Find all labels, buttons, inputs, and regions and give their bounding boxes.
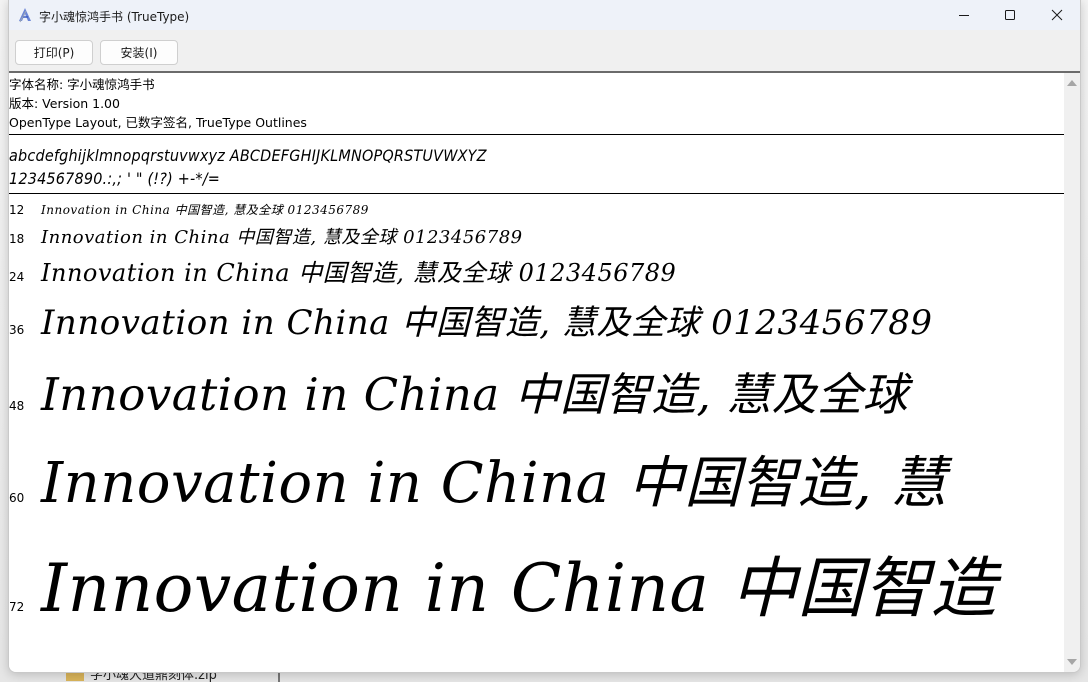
size-label: 60 <box>9 491 25 505</box>
character-set-preview: abcdefghijklmnopqrstuvwxyz ABCDEFGHIJKLM… <box>9 144 487 190</box>
sample-text: Innovation in China 中国智造, 慧及全球 012345678… <box>41 303 933 343</box>
charset-symbols: 1234567890.:,; ' " (!?) +-*/= <box>9 169 221 188</box>
sample-text: Innovation in China 中国智造, 慧及全球 012345678… <box>41 259 677 287</box>
sample-row-72: 72 Innovation in China 中国智造 <box>9 535 997 631</box>
scroll-down-arrow-icon[interactable] <box>1067 659 1077 665</box>
size-label: 24 <box>9 270 25 284</box>
scroll-up-arrow-icon[interactable] <box>1067 80 1077 86</box>
sample-text: Innovation in China 中国智造, 慧及全球 012345678… <box>41 203 369 217</box>
title-bar[interactable]: 字小魂惊鸿手书 (TrueType) <box>9 0 1080 30</box>
size-label: 36 <box>9 323 25 337</box>
minimize-button[interactable] <box>941 0 987 30</box>
size-label: 72 <box>9 600 25 614</box>
divider <box>9 134 1064 135</box>
close-icon <box>1051 9 1063 21</box>
size-label: 18 <box>9 232 25 246</box>
font-preview-area: 字体名称: 字小魂惊鸿手书 版本: Version 1.00 OpenType … <box>9 73 1064 672</box>
font-name: 字体名称: 字小魂惊鸿手书 <box>9 77 155 92</box>
minimize-icon <box>959 15 969 16</box>
sample-row-36: 36 Innovation in China 中国智造, 慧及全球 012345… <box>9 295 932 344</box>
toolbar: 打印(P) 安装(I) <box>9 30 1080 71</box>
print-button[interactable]: 打印(P) <box>15 40 93 65</box>
charset-letters: abcdefghijklmnopqrstuvwxyz ABCDEFGHIJKLM… <box>9 146 487 165</box>
sample-row-24: 24 Innovation in China 中国智造, 慧及全球 012345… <box>9 253 676 288</box>
sample-row-48: 48 Innovation in China 中国智造, 慧及全球 <box>9 358 908 423</box>
maximize-icon <box>1005 10 1015 20</box>
size-label: 48 <box>9 399 25 413</box>
window-title: 字小魂惊鸿手书 (TrueType) <box>39 10 190 24</box>
font-version: 版本: Version 1.00 <box>9 96 120 111</box>
font-info: 字体名称: 字小魂惊鸿手书 版本: Version 1.00 OpenType … <box>9 75 307 132</box>
sample-row-18: 18 Innovation in China 中国智造, 慧及全球 012345… <box>9 223 523 249</box>
sample-text: Innovation in China 中国智造 <box>41 550 997 627</box>
font-viewer-window: 字小魂惊鸿手书 (TrueType) 打印(P) 安装(I) 字体名称: 字小魂… <box>8 0 1081 673</box>
sample-text: Innovation in China 中国智造, 慧及全球 012345678… <box>41 227 523 248</box>
close-button[interactable] <box>1034 0 1080 30</box>
vertical-scrollbar[interactable] <box>1064 73 1080 672</box>
sample-text: Innovation in China 中国智造, 慧及全球 <box>41 368 909 421</box>
divider <box>9 193 1064 194</box>
font-file-icon <box>19 8 31 23</box>
sample-row-12: 12 Innovation in China 中国智造, 慧及全球 012345… <box>9 201 369 218</box>
sample-row-60: 60 Innovation in China 中国智造, 慧 <box>9 438 947 519</box>
size-label: 12 <box>9 203 25 217</box>
font-features: OpenType Layout, 已数字签名, TrueType Outline… <box>9 115 307 130</box>
maximize-button[interactable] <box>987 0 1033 30</box>
sample-text: Innovation in China 中国智造, 慧 <box>41 451 947 516</box>
install-button[interactable]: 安装(I) <box>100 40 178 65</box>
